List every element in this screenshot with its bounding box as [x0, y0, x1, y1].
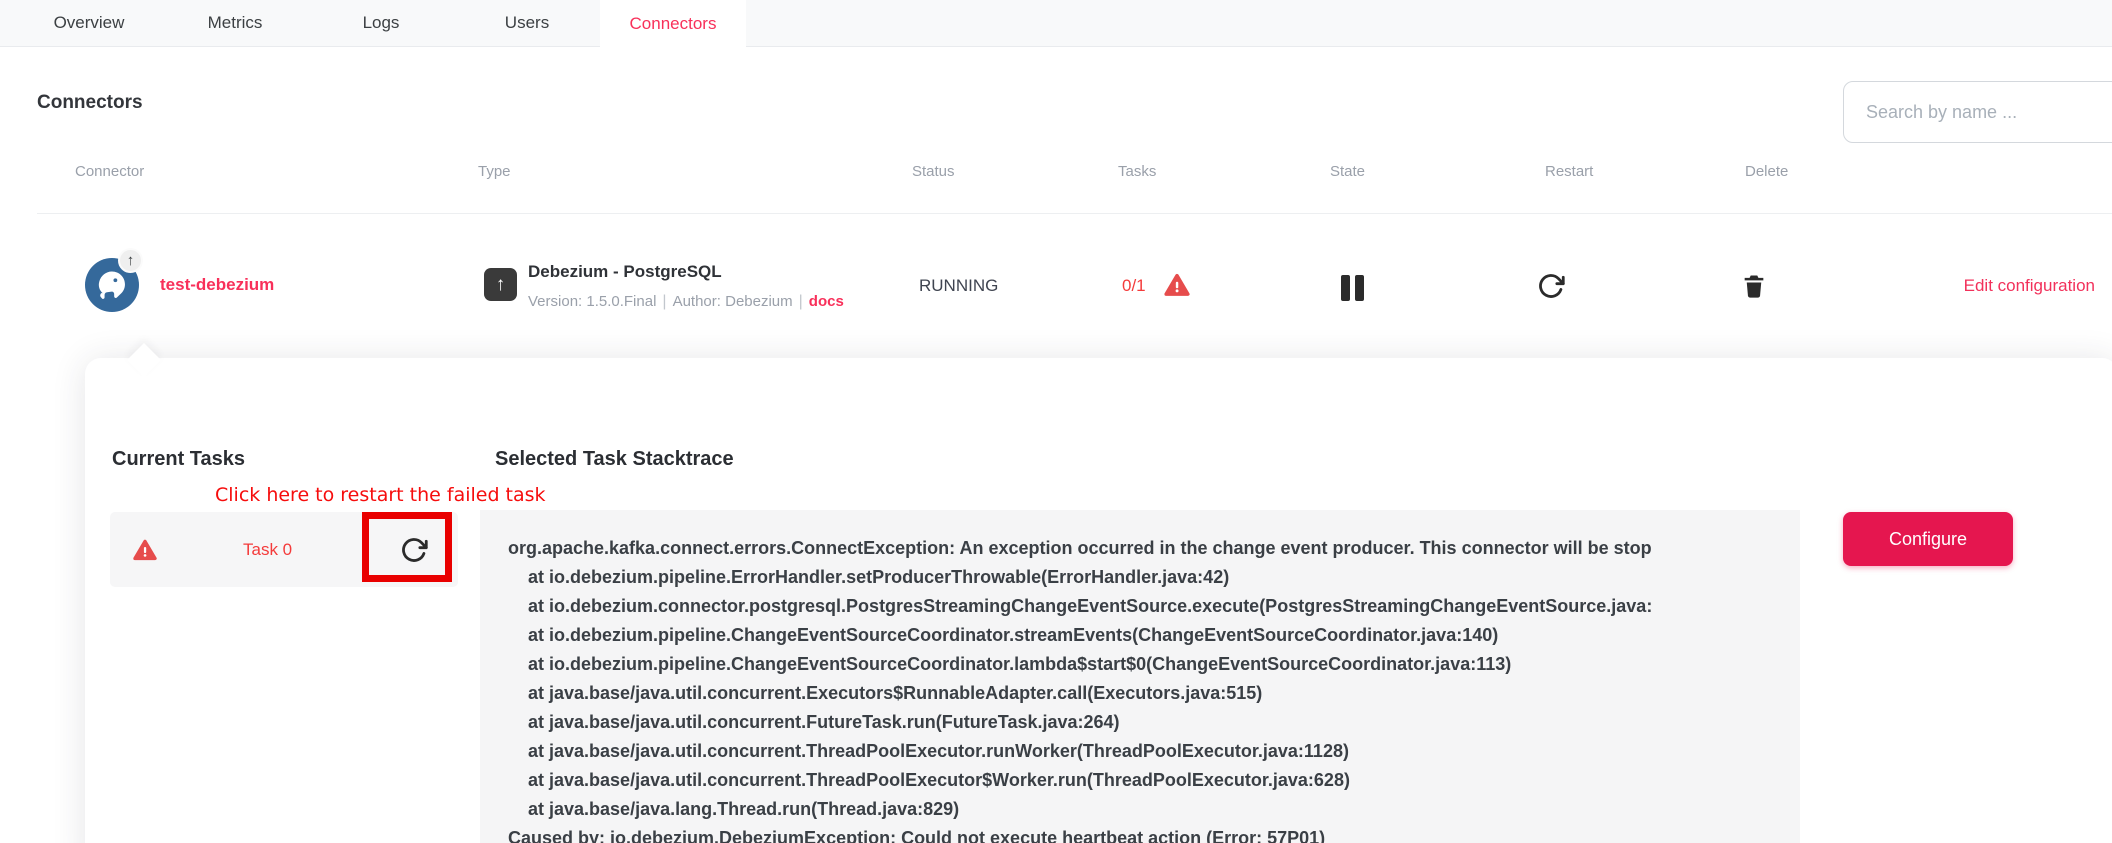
edit-configuration-link[interactable]: Edit configuration	[1964, 276, 2095, 296]
tab-overview[interactable]: Overview	[16, 0, 162, 46]
delete-connector-trash-icon[interactable]	[1740, 272, 1768, 300]
current-tasks-title: Current Tasks	[112, 448, 245, 471]
tab-connectors[interactable]: Connectors	[600, 0, 746, 47]
col-header-connector: Connector	[75, 163, 144, 180]
stacktrace-line: Caused by: io.debezium.DebeziumException…	[508, 824, 1772, 843]
stacktrace-line: at io.debezium.connector.postgresql.Post…	[508, 592, 1772, 621]
col-header-delete: Delete	[1745, 163, 1788, 180]
tab-users[interactable]: Users	[454, 0, 600, 46]
col-header-status: Status	[912, 163, 955, 180]
annotation-text: Click here to restart the failed task	[215, 484, 546, 506]
tasks-count: 0/1	[1122, 276, 1146, 296]
col-header-restart: Restart	[1545, 163, 1593, 180]
restart-connector-icon[interactable]	[1537, 272, 1565, 300]
card-notch	[127, 343, 161, 377]
col-header-state: State	[1330, 163, 1365, 180]
stacktrace-line: at java.base/java.util.concurrent.Execut…	[508, 679, 1772, 708]
annotation-highlight-box	[362, 512, 452, 582]
docs-link[interactable]: docs	[809, 293, 844, 310]
stacktrace-line: at io.debezium.pipeline.ChangeEventSourc…	[508, 650, 1772, 679]
stacktrace-line: at java.base/java.lang.Thread.run(Thread…	[508, 795, 1772, 824]
connector-detail-card: Current Tasks Selected Task Stacktrace C…	[85, 358, 2112, 843]
stacktrace-line: at io.debezium.pipeline.ErrorHandler.set…	[508, 563, 1772, 592]
connector-type-meta: Version: 1.5.0.Final|Author: Debezium|do…	[528, 293, 844, 311]
stacktrace-line: at java.base/java.util.concurrent.Thread…	[508, 766, 1772, 795]
connector-name-link[interactable]: test-debezium	[160, 275, 274, 295]
page-title: Connectors	[37, 92, 143, 114]
top-nav: Overview Metrics Logs Users Connectors	[0, 0, 2112, 47]
stacktrace-line: org.apache.kafka.connect.errors.ConnectE…	[508, 534, 1772, 563]
tasks-warning-icon	[1163, 271, 1191, 299]
task-warning-icon	[132, 537, 158, 563]
connectors-page: Overview Metrics Logs Users Connectors C…	[0, 0, 2112, 843]
connector-version: Version: 1.5.0.Final	[528, 293, 656, 310]
stacktrace-line: at java.base/java.util.concurrent.Future…	[508, 708, 1772, 737]
stacktrace-line: at io.debezium.pipeline.ChangeEventSourc…	[508, 621, 1772, 650]
connector-status: RUNNING	[919, 276, 998, 296]
header-divider	[37, 213, 2112, 214]
stacktrace-panel: org.apache.kafka.connect.errors.ConnectE…	[480, 510, 1800, 843]
configure-button[interactable]: Configure	[1843, 512, 2013, 566]
pause-state-button[interactable]	[1341, 275, 1364, 301]
col-header-tasks: Tasks	[1118, 163, 1156, 180]
tab-metrics[interactable]: Metrics	[162, 0, 308, 46]
search-input[interactable]	[1843, 81, 2112, 143]
stacktrace-title: Selected Task Stacktrace	[495, 448, 734, 471]
connector-author: Author: Debezium	[673, 293, 793, 310]
connector-type-name: Debezium - PostgreSQL	[528, 262, 722, 282]
source-type-icon: ↑	[484, 268, 517, 301]
task-label: Task 0	[243, 540, 292, 560]
stacktrace-line: at java.base/java.util.concurrent.Thread…	[508, 737, 1772, 766]
tab-logs[interactable]: Logs	[308, 0, 454, 46]
source-badge-arrow-up-icon: ↑	[118, 248, 143, 273]
col-header-type: Type	[478, 163, 511, 180]
